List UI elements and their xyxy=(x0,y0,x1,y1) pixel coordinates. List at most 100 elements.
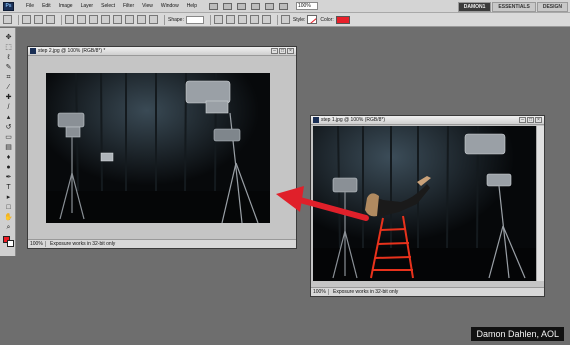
shape-picker[interactable] xyxy=(185,15,204,24)
document-titlebar[interactable]: step 2.jpg @ 100% (RGB/8*) * – □ × xyxy=(28,47,296,56)
divider xyxy=(61,14,62,25)
new-shape-layer-icon[interactable] xyxy=(213,15,223,24)
close-icon[interactable]: × xyxy=(535,117,542,123)
ellipse-icon[interactable] xyxy=(113,15,122,24)
style-label: Style: xyxy=(292,16,306,23)
status-bar: 100% Exposure works in 32-bit only xyxy=(28,239,296,248)
menu-image[interactable]: Image xyxy=(55,0,77,13)
line-icon[interactable] xyxy=(137,15,146,24)
minimize-icon[interactable]: – xyxy=(519,117,526,123)
exclude-shape-icon[interactable] xyxy=(261,15,271,24)
document-titlebar[interactable]: step 1.jpg @ 100% (RGB/8*) – □ × xyxy=(311,116,544,125)
stamp-icon[interactable]: ▴ xyxy=(4,114,13,122)
divider xyxy=(276,14,278,25)
vertical-scrollbar[interactable] xyxy=(536,126,544,281)
color-label: Color: xyxy=(320,16,334,23)
menu-edit[interactable]: Edit xyxy=(38,0,55,13)
pen-icon[interactable]: ✒ xyxy=(4,174,13,182)
intersect-shape-icon[interactable] xyxy=(249,15,259,24)
status-text: Exposure works in 32-bit only xyxy=(333,289,399,295)
view-extras-icon[interactable] xyxy=(236,2,246,10)
maximize-icon[interactable]: □ xyxy=(279,48,286,54)
eyedropper-icon[interactable]: ⁄ xyxy=(4,84,13,92)
zoom-level-field[interactable]: 100% xyxy=(295,2,318,10)
menu-filter[interactable]: Filter xyxy=(119,0,138,13)
zoom-icon[interactable] xyxy=(264,2,274,10)
shape-label: Shape: xyxy=(168,16,184,23)
history-brush-icon[interactable]: ↺ xyxy=(4,124,13,132)
menu-layer[interactable]: Layer xyxy=(77,0,98,13)
status-bar: 100% Exposure works in 32-bit only xyxy=(311,287,544,296)
menu-window[interactable]: Window xyxy=(157,0,183,13)
gradient-icon[interactable]: ▤ xyxy=(4,144,13,152)
background-color-swatch[interactable] xyxy=(7,240,14,247)
fill-pixels-icon[interactable] xyxy=(46,15,55,24)
workspace-essentials[interactable]: ESSENTIALS xyxy=(492,2,536,12)
divider xyxy=(209,14,211,25)
status-text: Exposure works in 32-bit only xyxy=(50,241,116,247)
zoom-icon[interactable]: ⌕ xyxy=(4,224,13,232)
dodge-icon[interactable]: ● xyxy=(4,164,13,172)
divider xyxy=(18,14,19,25)
window-controls: – □ × xyxy=(271,48,294,54)
status-zoom[interactable]: 100% xyxy=(311,289,329,295)
blur-icon[interactable]: ♦ xyxy=(4,154,13,162)
crop-icon[interactable]: ⌗ xyxy=(4,74,13,82)
hand-icon[interactable]: ✋ xyxy=(4,214,13,222)
photo-credit: Damon Dahlen, AOL xyxy=(471,327,564,341)
menu-help[interactable]: Help xyxy=(183,0,201,13)
menu-bar: Ps File Edit Image Layer Select Filter V… xyxy=(0,0,570,13)
shape-layers-icon[interactable] xyxy=(22,15,31,24)
maximize-icon[interactable]: □ xyxy=(527,117,534,123)
brush-icon[interactable]: / xyxy=(4,104,13,112)
menu-select[interactable]: Select xyxy=(97,0,119,13)
link-icon[interactable] xyxy=(280,15,290,24)
workspace-damon1[interactable]: DAMON1 xyxy=(457,2,492,12)
options-bar: Shape: Style: Color: xyxy=(0,13,570,27)
photoshop-logo: Ps xyxy=(3,1,14,11)
window-controls: – □ × xyxy=(519,117,542,123)
bridge-icon[interactable] xyxy=(208,2,218,10)
document-canvas[interactable] xyxy=(46,73,270,223)
document-icon xyxy=(30,48,36,54)
eraser-icon[interactable]: ▭ xyxy=(4,134,13,142)
paths-icon[interactable] xyxy=(34,15,43,24)
freeform-pen-icon[interactable] xyxy=(77,15,86,24)
tools-panel: ✥ ⬚ ℓ ✎ ⌗ ⁄ ✚ / ▴ ↺ ▭ ▤ ♦ ● ✒ T ▸ □ ✋ ⌕ xyxy=(0,28,16,256)
tool-preset-icon[interactable] xyxy=(3,15,12,24)
divider xyxy=(164,14,165,25)
close-icon[interactable]: × xyxy=(287,48,294,54)
lasso-icon[interactable]: ℓ xyxy=(4,54,13,62)
workspace-switcher: DAMON1 ESSENTIALS DESIGN xyxy=(457,2,568,12)
quick-select-icon[interactable]: ✎ xyxy=(4,64,13,72)
app-bar-icons xyxy=(208,2,288,10)
document-title: step 1.jpg @ 100% (RGB/8*) xyxy=(321,117,385,123)
path-select-icon[interactable]: ▸ xyxy=(4,194,13,202)
move-icon[interactable]: ✥ xyxy=(4,34,13,42)
rotate-view-icon[interactable] xyxy=(278,2,288,10)
menu-view[interactable]: View xyxy=(138,0,157,13)
red-arrow-annotation xyxy=(276,186,369,221)
pen-icon[interactable] xyxy=(65,15,74,24)
color-swatch[interactable] xyxy=(335,15,350,24)
rounded-rectangle-icon[interactable] xyxy=(101,15,110,24)
minimize-icon[interactable]: – xyxy=(271,48,278,54)
hand-icon[interactable] xyxy=(250,2,260,10)
minibridge-icon[interactable] xyxy=(222,2,232,10)
style-picker[interactable] xyxy=(307,15,318,24)
marquee-icon[interactable]: ⬚ xyxy=(4,44,13,52)
subtract-shape-icon[interactable] xyxy=(237,15,247,24)
healing-icon[interactable]: ✚ xyxy=(4,94,13,102)
menu-file[interactable]: File xyxy=(22,0,38,13)
type-icon[interactable]: T xyxy=(4,184,13,192)
studio-photo-step2 xyxy=(46,73,270,223)
document-icon xyxy=(313,117,319,123)
status-zoom[interactable]: 100% xyxy=(28,241,46,247)
polygon-icon[interactable] xyxy=(125,15,134,24)
document-window-step2[interactable]: step 2.jpg @ 100% (RGB/8*) * – □ × 100% … xyxy=(27,46,297,249)
add-to-shape-icon[interactable] xyxy=(225,15,235,24)
rectangle-icon[interactable] xyxy=(89,15,98,24)
custom-shape-icon[interactable] xyxy=(149,15,158,24)
shape-icon[interactable]: □ xyxy=(4,204,13,212)
workspace-design[interactable]: DESIGN xyxy=(536,2,568,12)
